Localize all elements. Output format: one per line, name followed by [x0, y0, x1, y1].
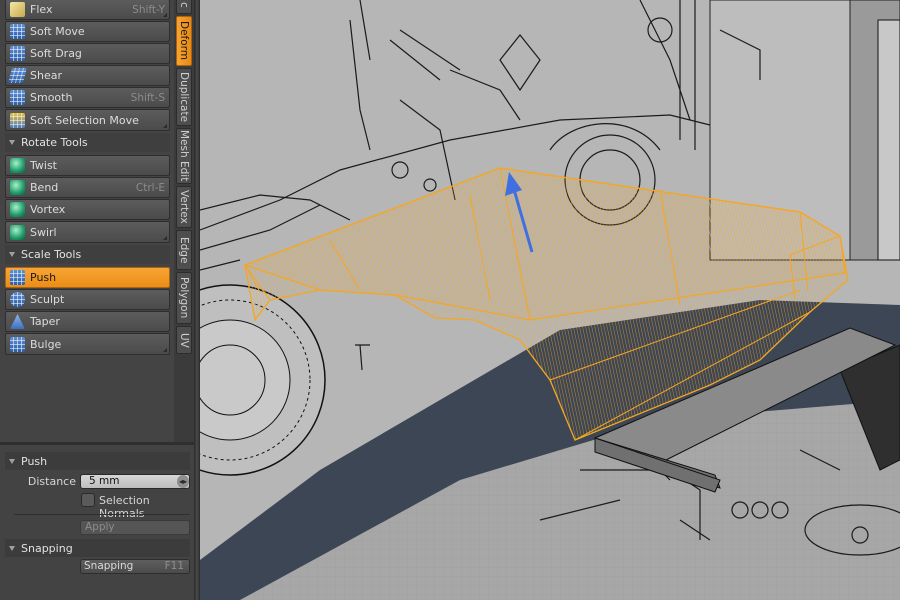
tool-twist-button[interactable]: Twist — [5, 155, 170, 176]
tool-sculpt-button[interactable]: Sculpt — [5, 289, 170, 310]
viewport-canvas[interactable] — [200, 0, 900, 600]
tool-soft-selection-move-button[interactable]: Soft Selection Move — [5, 109, 170, 131]
collapse-triangle-icon — [9, 545, 15, 551]
apply-button[interactable]: Apply — [80, 520, 190, 535]
rotate-tools-header[interactable]: Rotate Tools — [5, 133, 170, 152]
distance-input[interactable]: 5 mm ◂▸ — [80, 474, 190, 489]
3d-viewport[interactable] — [200, 0, 900, 600]
soft-move-icon — [10, 24, 25, 39]
scale-tools-header[interactable]: Scale Tools — [5, 245, 170, 264]
tool-push-button[interactable]: Push — [5, 267, 170, 288]
tab-edge[interactable]: Edge — [176, 230, 192, 270]
tab-uv[interactable]: UV — [176, 326, 192, 354]
collapse-triangle-icon — [9, 252, 15, 257]
flex-icon — [10, 2, 25, 17]
selection-normals-checkbox[interactable] — [81, 493, 95, 507]
tool-swirl-button[interactable]: Swirl — [5, 221, 170, 243]
tool-soft-drag-button[interactable]: Soft Drag — [5, 43, 170, 64]
tool-flex-button[interactable]: Flex Shift-Y — [5, 0, 170, 20]
tool-properties-panel: Push Distance 5 mm ◂▸ Selection Normals … — [0, 442, 194, 600]
swirl-icon — [10, 224, 25, 240]
spinner-icon[interactable]: ◂▸ — [177, 475, 189, 488]
tab-polygon[interactable]: Polygon — [176, 272, 192, 324]
far-panel — [877, 19, 900, 261]
bulge-icon — [10, 336, 25, 352]
tool-palette: Flex Shift-Y Soft Move Soft Drag Shear S… — [0, 0, 174, 442]
tab-mesh-edit[interactable]: Mesh Edit — [176, 128, 192, 184]
tool-soft-move-button[interactable]: Soft Move — [5, 21, 170, 42]
bend-icon — [10, 180, 25, 195]
smooth-icon — [10, 90, 25, 105]
selection-normals-label: Selection Normals — [99, 494, 150, 520]
tool-bulge-button[interactable]: Bulge — [5, 333, 170, 355]
vortex-icon — [10, 202, 25, 217]
snapping-button[interactable]: Snapping F11 — [80, 559, 190, 574]
shear-icon — [7, 68, 28, 83]
tool-vortex-button[interactable]: Vortex — [5, 199, 170, 220]
push-icon — [10, 270, 25, 285]
taper-icon — [10, 314, 25, 329]
tab-duplicate[interactable]: Duplicate — [176, 68, 192, 126]
snapping-header[interactable]: Snapping — [5, 539, 190, 557]
soft-selection-move-icon — [10, 112, 25, 128]
divider — [14, 514, 190, 515]
distance-label: Distance — [27, 475, 76, 488]
push-properties-header[interactable]: Push — [5, 452, 190, 470]
collapse-triangle-icon — [9, 140, 15, 145]
tab-vertex[interactable]: Vertex — [176, 186, 192, 228]
tool-shear-button[interactable]: Shear — [5, 65, 170, 86]
tool-bend-button[interactable]: Bend Ctrl-E — [5, 177, 170, 198]
tool-taper-button[interactable]: Taper — [5, 311, 170, 332]
collapse-triangle-icon — [9, 458, 15, 464]
sculpt-icon — [10, 292, 25, 307]
tool-smooth-button[interactable]: Smooth Shift-S — [5, 87, 170, 108]
tab-c[interactable]: c — [176, 0, 192, 14]
twist-icon — [10, 158, 25, 173]
tab-deform[interactable]: Deform — [176, 16, 192, 66]
soft-drag-icon — [10, 46, 25, 61]
